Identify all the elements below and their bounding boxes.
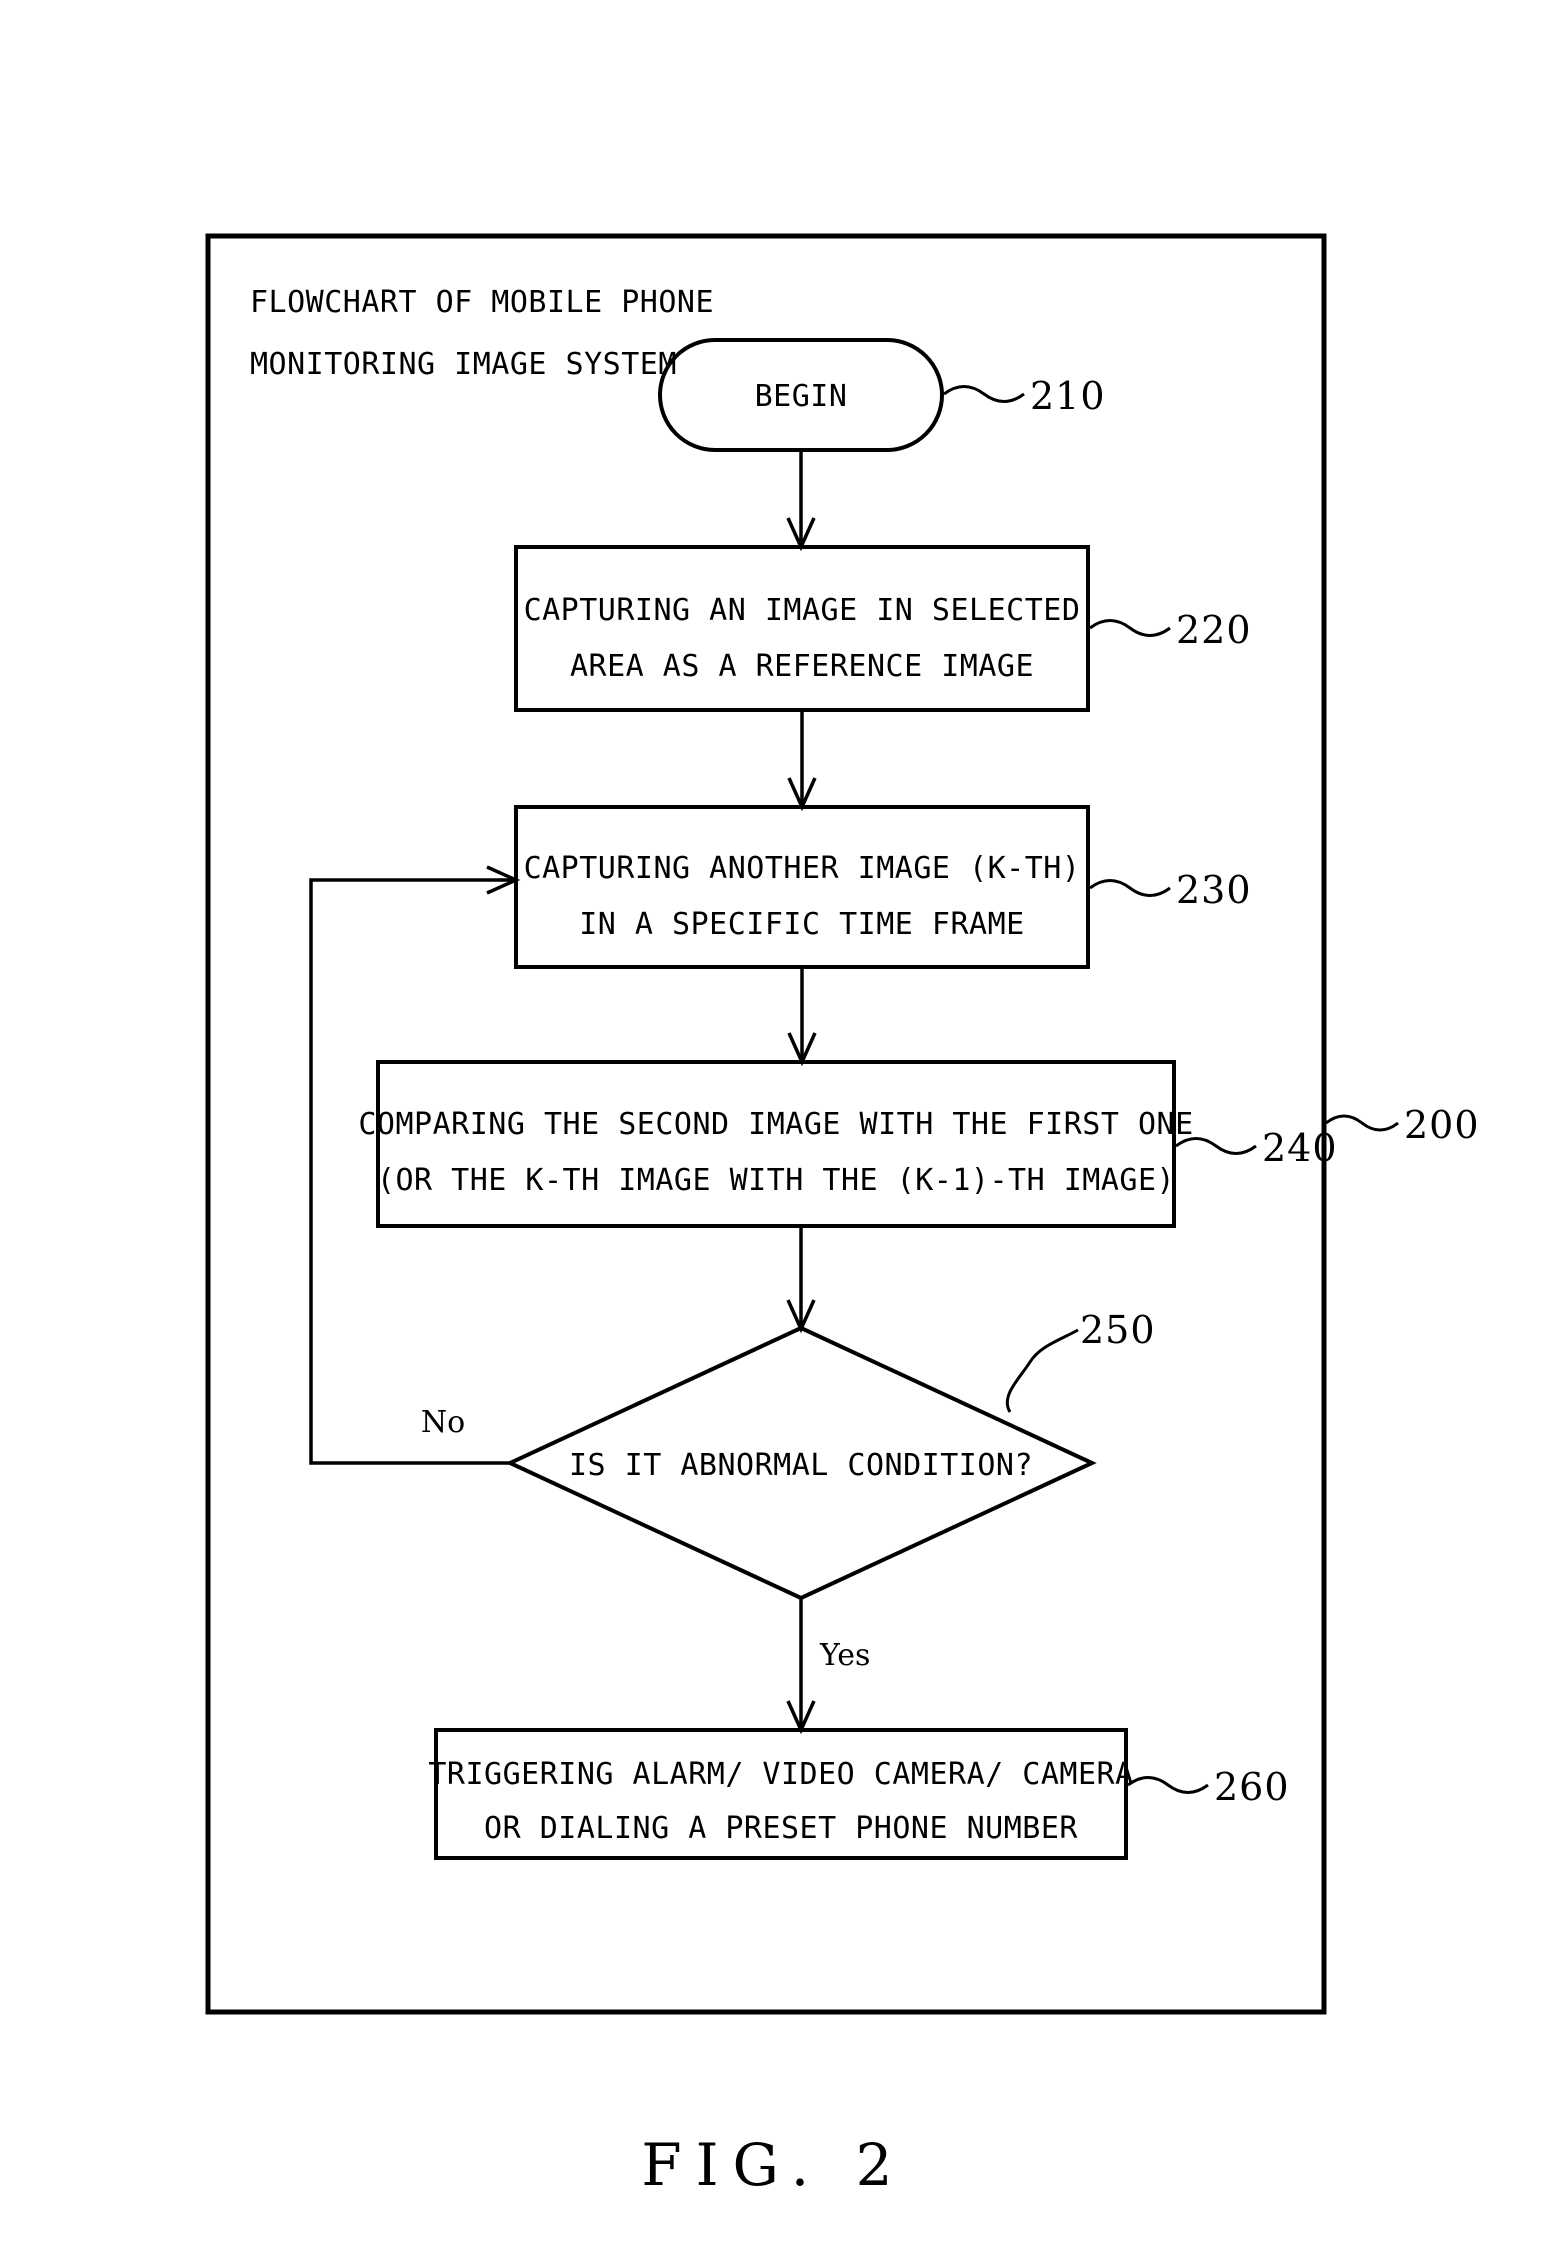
node-compare-images[interactable]: [376, 1060, 1176, 1228]
ref-num-220: 220: [1176, 608, 1252, 652]
node-260-line2: OR DIALING A PRESET PHONE NUMBER: [484, 1811, 1078, 1846]
node-250-label: IS IT ABNORMAL CONDITION?: [569, 1448, 1033, 1483]
ref-num-240: 240: [1262, 1126, 1338, 1170]
node-240-line1: COMPARING THE SECOND IMAGE WITH THE FIRS…: [358, 1107, 1193, 1142]
diagram-title-line2: MONITORING IMAGE SYSTEM: [250, 347, 677, 382]
node-begin-label: BEGIN: [755, 379, 848, 414]
patent-figure-sheet: 200 FLOWCHART OF MOBILE PHONE MONITORING…: [0, 0, 1548, 2260]
ref-leader-210: [943, 385, 1025, 403]
node-230-line1: CAPTURING ANOTHER IMAGE (K-TH): [524, 851, 1081, 886]
node-260-line1: TRIGGERING ALARM/ VIDEO CAMERA/ CAMERA: [428, 1757, 1133, 1792]
figure-caption: FIG. 2: [641, 2131, 906, 2199]
flowchart-svg: 200 FLOWCHART OF MOBILE PHONE MONITORING…: [205, 233, 1480, 2199]
ref-num-260: 260: [1214, 1765, 1290, 1809]
ref-leader-240: [1175, 1137, 1257, 1155]
ref-leader-230: [1089, 879, 1171, 897]
edge-label-no: No: [421, 1405, 465, 1440]
ref-leader-220: [1089, 619, 1171, 637]
node-230-line2: IN A SPECIFIC TIME FRAME: [579, 907, 1024, 942]
node-240-line2: (OR THE K-TH IMAGE WITH THE (K-1)-TH IMA…: [377, 1163, 1175, 1198]
ref-num-250: 250: [1080, 1308, 1156, 1352]
ref-leader-260: [1127, 1776, 1209, 1794]
ref-num-200: 200: [1404, 1103, 1480, 1147]
ref-num-210: 210: [1030, 374, 1106, 418]
ref-leader-250: [1005, 1328, 1079, 1413]
node-capture-kth[interactable]: [514, 805, 1090, 969]
node-capture-reference[interactable]: [514, 545, 1090, 712]
ref-num-230: 230: [1176, 868, 1252, 912]
node-220-line2: AREA AS A REFERENCE IMAGE: [570, 649, 1034, 684]
node-220-line1: CAPTURING AN IMAGE IN SELECTED: [524, 593, 1081, 628]
edge-label-yes: Yes: [819, 1638, 870, 1673]
diagram-title-line1: FLOWCHART OF MOBILE PHONE: [250, 285, 714, 320]
